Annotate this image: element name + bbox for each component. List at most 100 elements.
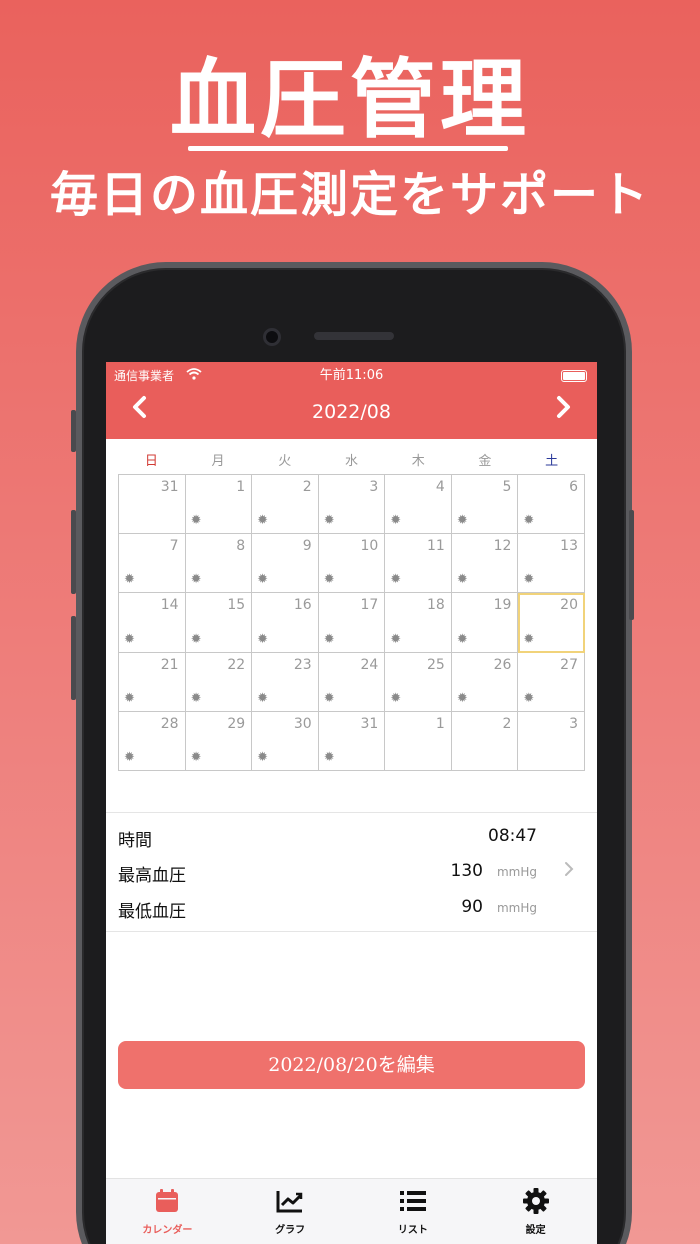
calendar-day[interactable]: 3 ✹	[318, 475, 386, 535]
tab-label: 設定	[525, 1225, 546, 1236]
record-marker-icon: ✹	[456, 690, 468, 706]
record-marker-icon: ✹	[390, 513, 402, 529]
calendar-day[interactable]: 22 ✹	[185, 652, 253, 712]
day-number: 4	[435, 479, 445, 495]
record-marker-icon: ✹	[323, 750, 335, 765]
edit-record-button[interactable]: 2022/08/20を編集	[118, 1041, 585, 1089]
calendar-day[interactable]: 19 ✹	[451, 593, 519, 653]
tab-label: リスト	[397, 1225, 428, 1236]
calendar-day[interactable]: 26 ✹	[451, 652, 519, 712]
calendar-day[interactable]: 9 ✹	[252, 534, 319, 594]
calendar-day[interactable]: 5 ✹	[451, 475, 519, 535]
calendar-day[interactable]: 11 ✹	[385, 534, 452, 594]
systolic-label: 最高血圧	[118, 866, 186, 886]
weekday-label: 日	[144, 454, 158, 469]
calendar-day[interactable]: 6 ✹	[518, 475, 585, 535]
day-number: 18	[427, 597, 445, 614]
diastolic-label: 最低血圧	[118, 902, 186, 922]
tab-list[interactable]: リスト	[352, 1179, 475, 1244]
calendar-day[interactable]: 21 ✹	[119, 652, 186, 712]
day-number: 23	[293, 656, 312, 673]
day-number: 1	[236, 479, 246, 495]
weekday-label: 水	[344, 454, 358, 469]
gear-icon	[522, 1188, 549, 1214]
phone-power-button	[629, 510, 634, 620]
battery-icon	[561, 370, 587, 382]
front-camera	[263, 328, 281, 346]
record-marker-icon: ✹	[190, 690, 202, 706]
tab-calendar[interactable]: カレンダー	[106, 1179, 229, 1244]
record-marker-icon: ✹	[323, 572, 335, 588]
systolic-row[interactable]: 最高血圧 130 mmHg	[118, 857, 585, 887]
day-number: 6	[569, 479, 578, 495]
tab-settings[interactable]: 設定	[474, 1179, 597, 1244]
calendar-day[interactable]: 1 ✹	[185, 475, 253, 535]
day-number: 24	[360, 656, 379, 673]
day-number: 7	[169, 538, 179, 555]
calendar-day[interactable]: 13 ✹	[518, 534, 585, 594]
chevron-right-icon	[563, 859, 575, 884]
record-marker-icon: ✹	[523, 572, 535, 588]
next-month-button[interactable]	[545, 392, 581, 428]
calendar-day[interactable]: 18 ✹	[385, 593, 452, 653]
record-marker-icon: ✹	[257, 572, 269, 588]
calendar-day[interactable]: 4 ✹	[385, 475, 452, 535]
calendar-day[interactable]: 2	[451, 711, 519, 771]
record-marker-icon: ✹	[523, 513, 535, 529]
calendar-day[interactable]: 15 ✹	[185, 593, 253, 653]
calendar-day[interactable]: 2 ✹	[252, 475, 319, 535]
calendar-day[interactable]: 31 ✹	[318, 711, 386, 771]
record-marker-icon: ✹	[190, 750, 202, 765]
record-marker-icon: ✹	[257, 690, 269, 706]
tab-label: カレンダー	[142, 1225, 193, 1236]
weekday-header: 日月火水木金土	[118, 452, 585, 472]
phone-side-button	[71, 410, 76, 452]
calendar-day[interactable]: 17 ✹	[318, 593, 386, 653]
calendar-day[interactable]: 10 ✹	[318, 534, 386, 594]
day-number: 5	[502, 479, 512, 495]
day-number: 3	[569, 715, 578, 732]
calendar-day[interactable]: 7 ✹	[119, 534, 186, 594]
calendar-day[interactable]: 23 ✹	[252, 652, 319, 712]
calendar-day[interactable]: 8 ✹	[185, 534, 253, 594]
calendar-day[interactable]: 12 ✹	[451, 534, 519, 594]
tab-graph[interactable]: グラフ	[229, 1179, 352, 1244]
record-marker-icon: ✹	[124, 750, 135, 765]
weekday-label: 土	[545, 454, 559, 469]
systolic-unit: mmHg	[496, 865, 537, 879]
record-marker-icon: ✹	[257, 750, 269, 765]
record-marker-icon: ✹	[456, 631, 468, 647]
day-number: 11	[427, 538, 445, 555]
diastolic-unit: mmHg	[496, 901, 537, 915]
day-number: 30	[293, 715, 312, 732]
calendar-day[interactable]: 16 ✹	[252, 593, 319, 653]
weekday-label: 火	[278, 454, 292, 469]
calendar-day[interactable]: 1	[385, 711, 452, 771]
day-number: 12	[493, 538, 512, 555]
record-marker-icon: ✹	[190, 513, 202, 529]
calendar-day[interactable]: 25 ✹	[385, 652, 452, 712]
calendar-day[interactable]: 14 ✹	[119, 593, 186, 653]
day-number: 21	[160, 656, 179, 673]
calendar-day[interactable]: 27 ✹	[518, 652, 585, 712]
day-number: 15	[227, 597, 246, 614]
diastolic-row: 最低血圧 90 mmHg	[118, 893, 585, 923]
calendar-day[interactable]: 3	[518, 711, 585, 771]
list-icon	[399, 1191, 426, 1211]
record-marker-icon: ✹	[124, 631, 135, 647]
calendar-day[interactable]: 30 ✹	[252, 711, 319, 771]
calendar-day[interactable]: 31	[119, 475, 186, 535]
day-number: 14	[160, 597, 179, 614]
weekday-label: 木	[411, 454, 425, 469]
day-number: 3	[369, 479, 379, 495]
divider	[106, 931, 597, 932]
calendar-day[interactable]: 24 ✹	[318, 652, 386, 712]
phone-volume-up	[71, 510, 76, 594]
chevron-right-icon	[557, 396, 570, 418]
calendar-day[interactable]: 28 ✹	[119, 711, 186, 771]
calendar-day[interactable]: 29 ✹	[185, 711, 253, 771]
record-marker-icon: ✹	[190, 631, 202, 647]
calendar-day-today[interactable]: 20 ✹	[518, 593, 585, 653]
time-row: 時間 08:47	[118, 822, 585, 852]
promo-title: 血圧管理	[170, 50, 530, 150]
